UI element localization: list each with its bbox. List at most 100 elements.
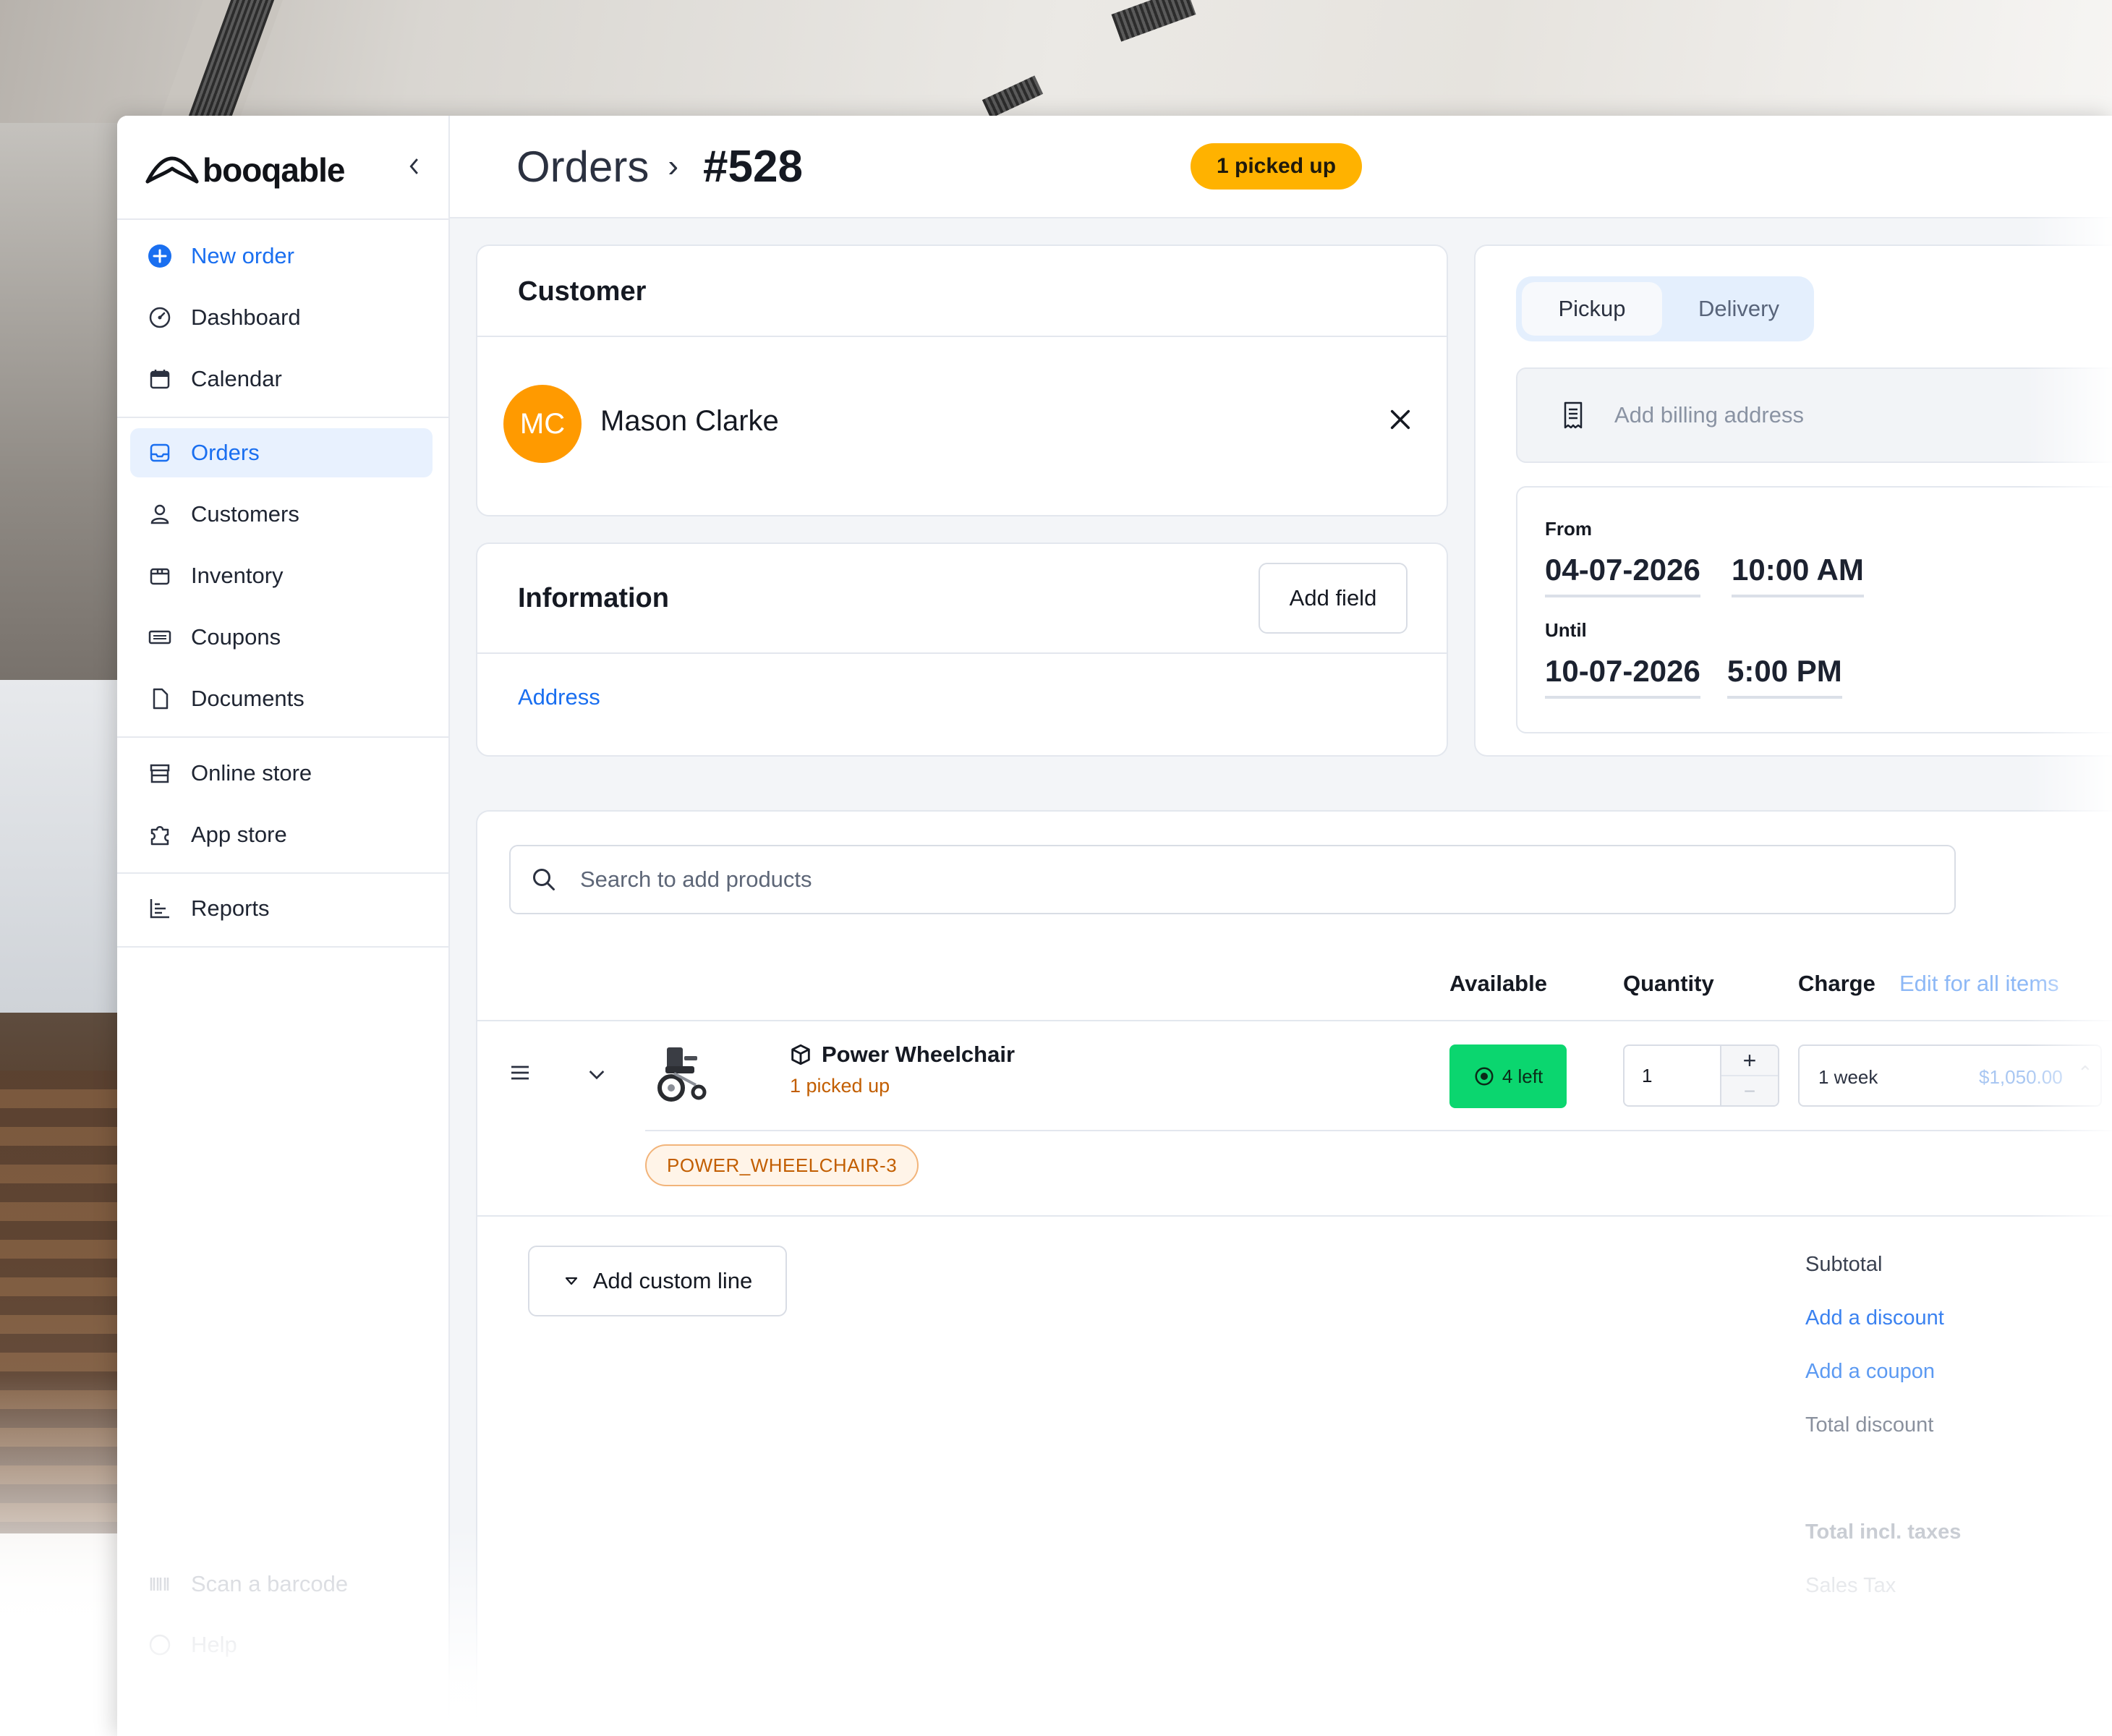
sidebar-item-online-store[interactable]: Online store (130, 749, 433, 798)
rental-period: From 04-07-2026 10:00 AM Until 10-07-202… (1516, 486, 2112, 733)
information-card: Information Add field Address (476, 542, 1448, 757)
dashboard-icon (145, 302, 175, 333)
user-icon (145, 499, 175, 529)
add-custom-line-button[interactable]: Add custom line (528, 1246, 787, 1316)
sidebar-item-coupons[interactable]: Coupons (130, 613, 433, 662)
column-header-available: Available (1449, 971, 1547, 996)
sidebar-item-label: Online store (191, 760, 312, 786)
collapse-sidebar-button[interactable] (401, 152, 430, 181)
drag-handle-icon[interactable] (505, 1058, 535, 1088)
sidebar-item-orders[interactable]: Orders (130, 428, 433, 477)
sidebar-item-label: Coupons (191, 624, 281, 650)
until-label: Until (1545, 619, 1587, 641)
address-link[interactable]: Address (518, 684, 600, 710)
add-discount-link[interactable]: Add a discount (1805, 1306, 1944, 1330)
page-title: #528 (703, 141, 803, 192)
product-name-text: Power Wheelchair (822, 1042, 1015, 1067)
barcode-icon (145, 1569, 175, 1599)
help-button[interactable]: Help (130, 1620, 433, 1669)
quantity-stepper[interactable]: 1 + − (1623, 1044, 1779, 1107)
sidebar-item-label: Reports (191, 895, 270, 921)
sidebar-item-app-store[interactable]: App store (130, 810, 433, 859)
logo-text: booqable (203, 151, 345, 189)
sidebar-divider (117, 736, 450, 738)
breadcrumb: Orders › #528 (516, 137, 803, 195)
sidebar: booqable New order Dashboard Calendar Or… (117, 116, 450, 1736)
charge-field[interactable]: 1 week $1,050.00 ⌃ (1798, 1044, 2102, 1107)
total-discount-label: Total discount (1805, 1413, 1934, 1437)
help-icon (145, 1630, 175, 1660)
identifier-tag[interactable]: POWER_WHEELCHAIR-3 (645, 1144, 919, 1186)
from-date-input[interactable]: 04-07-2026 (1545, 553, 1700, 597)
box-icon (145, 561, 175, 591)
projection-screen (0, 680, 123, 1013)
availability-badge[interactable]: 4 left (1449, 1044, 1567, 1108)
logo[interactable]: booqable (145, 150, 434, 208)
avatar: MC (503, 385, 582, 463)
customer-card-title: Customer (518, 276, 647, 307)
quantity-input[interactable]: 1 (1642, 1065, 1652, 1087)
card-divider (477, 1020, 2112, 1021)
add-custom-line-label: Add custom line (592, 1268, 753, 1293)
sidebar-item-calendar[interactable]: Calendar (130, 354, 433, 404)
calendar-icon (145, 364, 175, 394)
tab-delivery[interactable]: Delivery (1669, 282, 1808, 336)
receipt-icon (1564, 401, 1583, 429)
tab-pickup[interactable]: Pickup (1522, 282, 1662, 336)
until-time-input[interactable]: 5:00 PM (1727, 654, 1842, 699)
column-header-charge: Charge (1798, 971, 1875, 996)
close-icon (1390, 409, 1410, 430)
chart-icon (145, 893, 175, 924)
sidebar-divider (117, 872, 450, 874)
product-status: 1 picked up (790, 1075, 890, 1097)
store-icon (145, 758, 175, 788)
sidebar-item-label: App store (191, 822, 287, 847)
sidebar-item-documents[interactable]: Documents (130, 674, 433, 723)
fulfillment-card: Pickup Delivery Add billing address From… (1474, 244, 2112, 757)
page-header: Orders › #528 1 picked up (450, 116, 2112, 218)
products-card: Search to add products Available Quantit… (476, 810, 2112, 1736)
sidebar-item-label: Orders (191, 440, 260, 465)
chevron-down-icon[interactable] (582, 1059, 612, 1089)
new-order-button[interactable]: New order (130, 231, 433, 281)
customer-name[interactable]: Mason Clarke (600, 405, 779, 438)
inbox-icon (145, 438, 175, 468)
row-divider (645, 1130, 2112, 1131)
product-name[interactable]: Power Wheelchair (788, 1042, 1015, 1068)
wheelchair-image-icon (657, 1047, 707, 1102)
target-icon (1475, 1067, 1494, 1086)
chevron-left-icon (409, 158, 418, 174)
charge-amount: $1,050.00 (1979, 1066, 2063, 1088)
sidebar-divider (117, 417, 450, 418)
sidebar-item-label: Customers (191, 501, 299, 527)
add-coupon-link[interactable]: Add a coupon (1805, 1360, 1935, 1384)
quantity-increment-button[interactable]: + (1721, 1046, 1778, 1076)
remove-customer-button[interactable] (1381, 401, 1419, 438)
until-date-input[interactable]: 10-07-2026 (1545, 654, 1700, 699)
card-divider (477, 1215, 2112, 1217)
sidebar-item-inventory[interactable]: Inventory (130, 551, 433, 600)
sidebar-item-customers[interactable]: Customers (130, 490, 433, 539)
sidebar-item-label: Inventory (191, 563, 284, 588)
sidebar-item-dashboard[interactable]: Dashboard (130, 293, 433, 342)
sidebar-item-reports[interactable]: Reports (130, 884, 433, 933)
product-search-input[interactable]: Search to add products (509, 845, 1956, 914)
fulfillment-toggle: Pickup Delivery (1516, 276, 1814, 341)
search-placeholder: Search to add products (580, 867, 812, 892)
add-field-button[interactable]: Add field (1259, 563, 1408, 634)
document-icon (145, 684, 175, 714)
from-time-input[interactable]: 10:00 AM (1732, 553, 1864, 597)
quantity-controls: + − (1720, 1046, 1778, 1105)
sidebar-item-label: Calendar (191, 366, 282, 391)
product-box-icon (791, 1044, 810, 1065)
quantity-decrement-button[interactable]: − (1721, 1076, 1778, 1105)
billing-address-placeholder: Add billing address (1614, 402, 1804, 427)
edit-all-items-link[interactable]: Edit for all items (1899, 971, 2059, 997)
card-divider (477, 652, 1447, 654)
customer-card: Customer MC Mason Clarke (476, 244, 1448, 516)
from-label: From (1545, 518, 1592, 540)
billing-address-field[interactable]: Add billing address (1516, 367, 2112, 463)
app-window: booqable New order Dashboard Calendar Or… (117, 116, 2112, 1736)
breadcrumb-orders-link[interactable]: Orders (516, 142, 649, 192)
scan-barcode-button[interactable]: Scan a barcode (130, 1560, 433, 1609)
